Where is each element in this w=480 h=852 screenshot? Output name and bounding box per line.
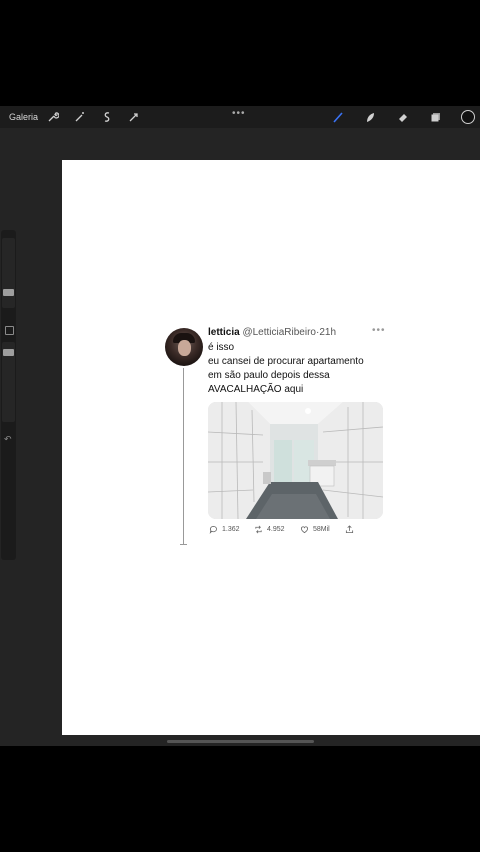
avatar	[165, 328, 203, 366]
top-toolbar: Galeria •••	[0, 106, 480, 128]
brush-size-knob[interactable]	[3, 289, 14, 296]
transform-icon[interactable]	[127, 110, 141, 124]
brush-size-slider[interactable]	[2, 238, 15, 308]
eraser-icon[interactable]	[396, 110, 410, 124]
heart-icon	[301, 526, 308, 534]
opacity-knob[interactable]	[3, 349, 14, 356]
retweet-count: 4.952	[267, 526, 285, 533]
tweet-text: é isso eu cansei de procurar apartamento…	[208, 342, 364, 395]
handle: @LetticiaRibeiro	[242, 327, 316, 338]
reply-icon	[209, 525, 217, 534]
retweet-icon	[255, 525, 262, 534]
wrench-icon[interactable]	[46, 110, 60, 124]
modify-button[interactable]	[5, 326, 14, 335]
display-name: letticia	[208, 327, 240, 338]
undo-icon[interactable]: ↶	[4, 434, 12, 445]
gallery-button[interactable]: Galeria	[9, 112, 38, 122]
reply-action: 1.362	[209, 525, 240, 534]
like-count: 58Mil	[313, 526, 330, 533]
layers-icon[interactable]	[429, 110, 443, 124]
share-action	[345, 525, 354, 534]
selection-icon[interactable]	[100, 110, 114, 124]
tweet-more-icon: •••	[372, 325, 386, 336]
magic-wand-icon[interactable]	[73, 110, 87, 124]
retweet-action: 4.952	[254, 525, 285, 534]
like-action: 58Mil	[300, 525, 330, 534]
procreate-app: Galeria ••• ↶ letticia @LetticiaRibeiro·…	[0, 106, 480, 746]
home-indicator	[167, 740, 314, 743]
color-picker-icon[interactable]	[461, 110, 475, 124]
drawing-canvas[interactable]: letticia @LetticiaRibeiro·21h ••• é isso…	[62, 160, 480, 735]
reply-count: 1.362	[222, 526, 240, 533]
thread-line	[183, 368, 184, 544]
more-options-icon[interactable]: •••	[232, 108, 246, 119]
timestamp: 21h	[319, 327, 337, 338]
left-sidebar: ↶	[1, 230, 16, 560]
tweet-actions: 1.362 4.952 58Mil	[209, 525, 389, 537]
tweet-header: letticia @LetticiaRibeiro·21h	[208, 327, 337, 338]
smudge-icon[interactable]	[363, 110, 377, 124]
brush-icon[interactable]	[331, 110, 345, 124]
share-icon	[345, 525, 354, 534]
tweet-photo-kitchen	[208, 402, 383, 519]
